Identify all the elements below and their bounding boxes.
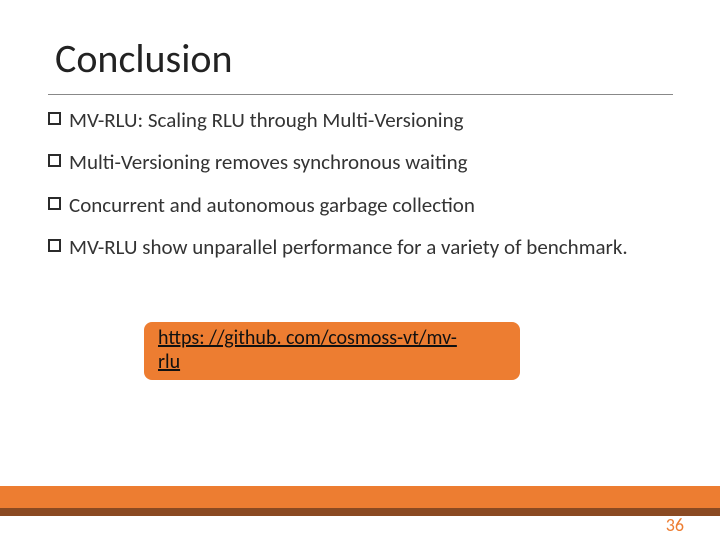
bullet-text: MV-RLU show unparallel performance for a…	[69, 233, 628, 261]
url-line-1: https: //github. com/cosmoss-vt/mv-	[158, 326, 457, 350]
url-callout: https: //github. com/cosmoss-vt/mv- rlu	[144, 322, 520, 380]
square-bullet-icon	[48, 154, 61, 167]
list-item: MV-RLU: Scaling RLU through Multi-Versio…	[48, 106, 668, 134]
slide: Conclusion MV-RLU: Scaling RLU through M…	[0, 0, 720, 540]
page-title: Conclusion	[55, 34, 232, 83]
bullet-list: MV-RLU: Scaling RLU through Multi-Versio…	[48, 106, 668, 275]
repo-url-link[interactable]: https: //github. com/cosmoss-vt/mv- rlu	[158, 326, 506, 374]
square-bullet-icon	[48, 112, 61, 125]
list-item: Multi-Versioning removes synchronous wai…	[48, 148, 668, 176]
title-divider	[48, 94, 673, 95]
square-bullet-icon	[48, 239, 61, 252]
footer-bar-shadow	[0, 508, 720, 516]
bullet-text: Multi-Versioning removes synchronous wai…	[69, 148, 468, 176]
page-number: 36	[666, 514, 684, 536]
bullet-text: Concurrent and autonomous garbage collec…	[69, 191, 475, 219]
bullet-text: MV-RLU: Scaling RLU through Multi-Versio…	[69, 106, 464, 134]
list-item: Concurrent and autonomous garbage collec…	[48, 191, 668, 219]
footer-bar	[0, 486, 720, 508]
url-line-2: rlu	[158, 350, 180, 374]
square-bullet-icon	[48, 197, 61, 210]
list-item: MV-RLU show unparallel performance for a…	[48, 233, 668, 261]
